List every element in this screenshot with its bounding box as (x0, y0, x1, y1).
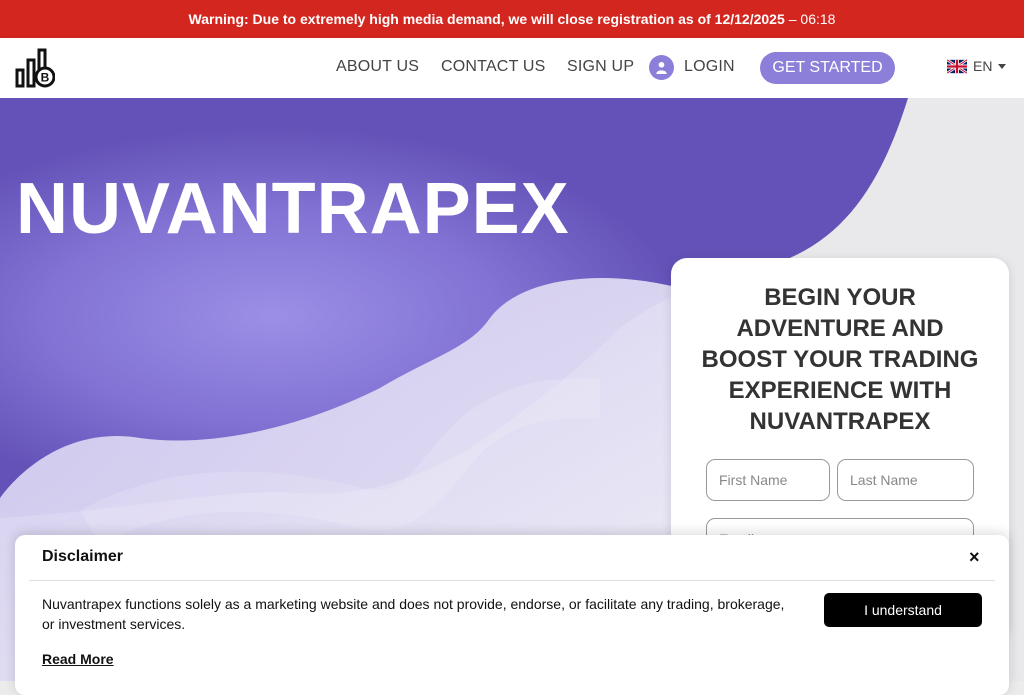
nav-about-link[interactable]: ABOUT US (336, 58, 419, 76)
uk-flag-icon (947, 58, 967, 74)
warning-text: Warning: Due to extremely high media dem… (188, 11, 785, 27)
svg-text:B: B (41, 71, 50, 85)
nav-login-link[interactable]: LOGIN (684, 58, 735, 76)
nav-contact-link[interactable]: CONTACT US (441, 58, 546, 76)
get-started-button[interactable]: GET STARTED (760, 52, 895, 84)
nav-signup-link[interactable]: SIGN UP (567, 58, 634, 76)
top-navbar: B ABOUT US CONTACT US SIGN UP LOGIN GET … (0, 38, 1024, 98)
form-heading: BEGIN YOUR ADVENTURE AND BOOST YOUR TRAD… (701, 284, 979, 435)
hero-title: NUVANTRAPEX (16, 169, 570, 249)
first-name-field[interactable] (706, 459, 830, 501)
site-logo-icon[interactable]: B (15, 48, 55, 88)
last-name-field[interactable] (837, 459, 974, 501)
language-selector[interactable]: EN (947, 58, 1007, 74)
caret-down-icon (998, 63, 1007, 69)
warning-banner: Warning: Due to extremely high media dem… (0, 0, 1024, 38)
close-icon[interactable]: × (969, 547, 980, 568)
disclaimer-divider (29, 580, 995, 581)
i-understand-button[interactable]: I understand (824, 593, 982, 627)
disclaimer-text: Nuvantrapex functions solely as a market… (42, 596, 785, 632)
warning-countdown: – 06:18 (788, 11, 836, 27)
user-icon[interactable] (649, 55, 674, 80)
disclaimer-modal: Disclaimer × Nuvantrapex functions solel… (15, 535, 1009, 695)
language-label: EN (973, 58, 993, 74)
read-more-link[interactable]: Read More (42, 651, 114, 667)
disclaimer-title: Disclaimer (42, 548, 123, 565)
